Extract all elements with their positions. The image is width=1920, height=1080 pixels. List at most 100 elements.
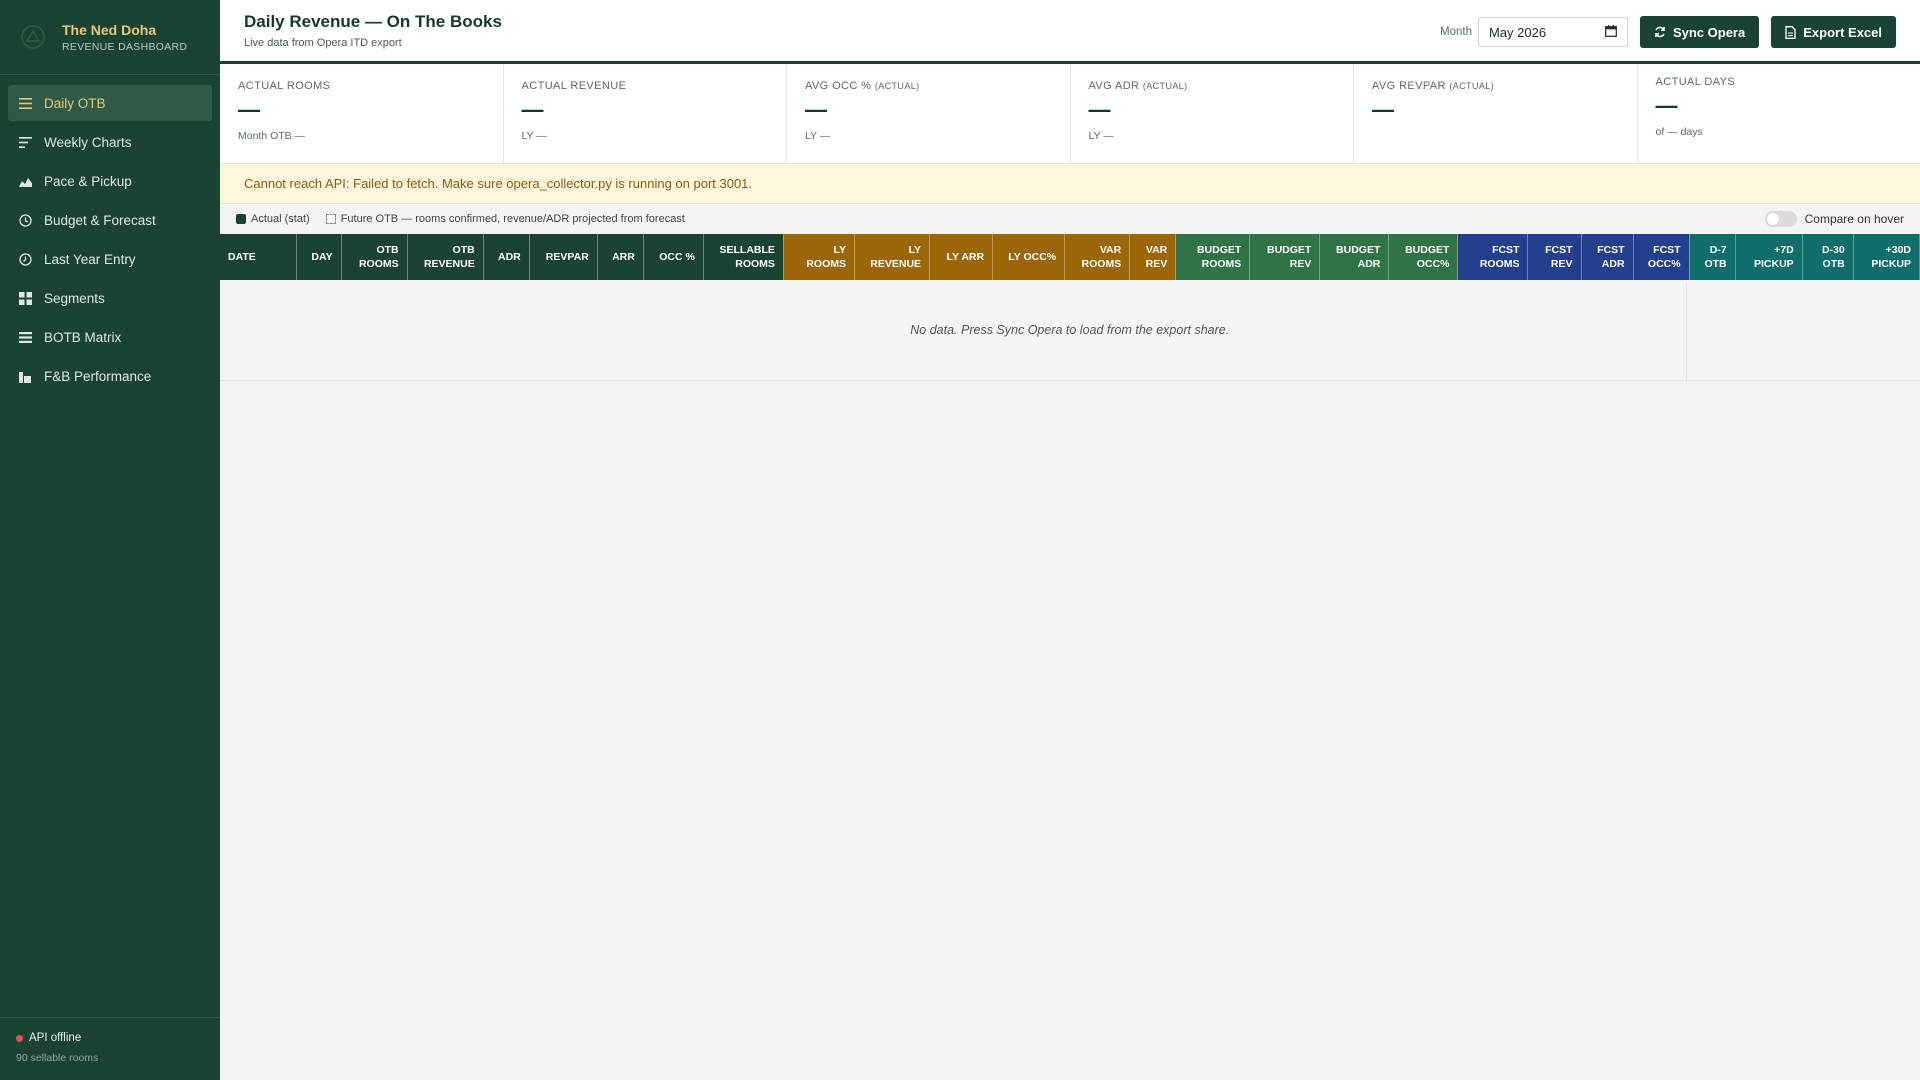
sidebar-item-fb-performance[interactable]: F&B Performance (8, 358, 212, 394)
column-header[interactable]: OTB REVENUE (407, 234, 484, 280)
compare-on-hover-toggle[interactable] (1764, 211, 1797, 227)
header-actions: Month May 2026 Sync Opera Export Excel (1440, 16, 1896, 48)
kpi-label: AVG OCC % (ACTUAL) (805, 80, 920, 92)
column-header[interactable]: FCST ADR (1581, 234, 1634, 280)
month-picker-input[interactable]: May 2026 (1477, 17, 1628, 47)
column-header[interactable]: LY ARR (929, 234, 994, 280)
sidebar-item-botb-matrix[interactable]: BOTB Matrix (8, 319, 212, 355)
legend-actual: Actual (stat) (236, 213, 310, 225)
list-sort-icon (18, 135, 32, 149)
kpi-label: AVG ADR (ACTUAL) (1088, 80, 1188, 92)
column-header[interactable]: +30D PICKUP (1853, 234, 1920, 280)
brand-name: The Ned Doha (62, 21, 157, 38)
column-header[interactable]: BUDGET REV (1249, 234, 1321, 280)
area-chart-icon (18, 174, 32, 188)
compare-toggle-control: Compare on hover (1764, 211, 1904, 227)
refresh-icon (1654, 26, 1666, 38)
kpi-value: — (805, 97, 827, 122)
status-dot-icon (16, 1034, 23, 1042)
sidebar-item-segments[interactable]: Segments (8, 280, 212, 316)
api-error-alert: Cannot reach API: Failed to fetch. Make … (220, 164, 1920, 204)
month-value: May 2026 (1488, 24, 1547, 40)
empty-row: No data. Press Sync Opera to load from t… (220, 280, 1920, 381)
kpi-avg-adr: AVG ADR (ACTUAL) — LY — (1071, 64, 1354, 163)
column-header[interactable]: VAR ROOMS (1064, 234, 1131, 280)
kpi-avg-occ: AVG OCC % (ACTUAL) — LY — (787, 64, 1071, 163)
column-header[interactable]: DAY (296, 234, 342, 280)
kpi-actual-days: ACTUAL DAYS — of — days (1638, 64, 1920, 163)
column-header[interactable]: FCST REV (1527, 234, 1582, 280)
sidebar-item-label: F&B Performance (44, 368, 152, 384)
column-header[interactable]: VAR REV (1129, 234, 1177, 280)
column-header[interactable]: LY REVENUE (854, 234, 931, 280)
kpi-avg-revpar: AVG REVPAR (ACTUAL) — (1354, 64, 1638, 163)
kpi-sub: LY — (1088, 130, 1114, 142)
bar-chart-icon (18, 369, 32, 383)
column-header[interactable]: LY ROOMS (783, 234, 855, 280)
column-header[interactable]: BUDGET ROOMS (1175, 234, 1251, 280)
empty-state-message: No data. Press Sync Opera to load from t… (910, 322, 1230, 337)
brand: The Ned Doha REVENUE DASHBOARD (0, 0, 220, 75)
column-header[interactable]: OCC % (643, 234, 704, 280)
kpi-label: ACTUAL DAYS (1655, 76, 1736, 88)
export-excel-label: Export Excel (1803, 24, 1882, 40)
sidebar-item-label: Budget & Forecast (44, 212, 156, 228)
sync-opera-label: Sync Opera (1672, 24, 1746, 40)
column-header[interactable]: BUDGET OCC% (1388, 234, 1459, 280)
api-status: API offline (16, 1032, 204, 1044)
sidebar-item-budget-forecast[interactable]: Budget & Forecast (8, 202, 212, 238)
kpi-label: ACTUAL REVENUE (521, 80, 627, 92)
clock-icon (18, 213, 32, 227)
column-header[interactable]: SELLABLE ROOMS (703, 234, 784, 280)
sidebar: The Ned Doha REVENUE DASHBOARD Daily OTB… (0, 0, 220, 1080)
kpi-sub: LY — (805, 130, 831, 142)
sidebar-item-label: Daily OTB (44, 95, 106, 111)
kpi-actual-rooms: ACTUAL ROOMS — Month OTB — (220, 64, 504, 163)
kpi-actual-revenue: ACTUAL REVENUE — LY — (504, 64, 787, 163)
calendar-icon[interactable] (1605, 24, 1617, 40)
kpi-label: ACTUAL ROOMS (238, 80, 331, 92)
daily-otb-table: DATE DAY OTB ROOMS OTB REVENUE ADR REVPAR ARR OCC… (220, 234, 1920, 381)
sidebar-item-pace-pickup[interactable]: Pace & Pickup (8, 163, 212, 199)
sidebar-item-weekly-charts[interactable]: Weekly Charts (8, 124, 212, 160)
export-excel-button[interactable]: Export Excel (1771, 16, 1896, 48)
column-header[interactable]: DATE (220, 234, 297, 280)
column-header[interactable]: D-30 OTB (1802, 234, 1854, 280)
kpi-value: — (1372, 97, 1394, 122)
page-title: Daily Revenue — On The Books (244, 12, 502, 31)
sidebar-item-daily-otb[interactable]: Daily OTB (8, 85, 212, 121)
column-header[interactable]: BUDGET ADR (1319, 234, 1390, 280)
history-icon (18, 252, 32, 266)
column-header[interactable]: ARR (597, 234, 644, 280)
page-subtitle: Live data from Opera ITD export (244, 37, 402, 49)
column-header[interactable]: LY OCC% (992, 234, 1066, 280)
legend-actual-label: Actual (stat) (251, 213, 310, 225)
kpi-cards: ACTUAL ROOMS — Month OTB — ACTUAL REVENU… (220, 64, 1920, 164)
brand-subtitle: REVENUE DASHBOARD (62, 40, 188, 53)
sidebar-item-last-year-entry[interactable]: Last Year Entry (8, 241, 212, 277)
column-header[interactable]: FCST OCC% (1633, 234, 1690, 280)
column-header[interactable]: FCST ROOMS (1457, 234, 1529, 280)
column-divider (1686, 282, 1687, 382)
column-header[interactable]: OTB ROOMS (341, 234, 408, 280)
sidebar-item-label: Pace & Pickup (44, 173, 132, 189)
sync-opera-button[interactable]: Sync Opera (1639, 16, 1760, 48)
kpi-value: — (238, 97, 260, 122)
file-export-icon (1785, 25, 1796, 39)
column-header[interactable]: +7D PICKUP (1735, 234, 1803, 280)
table-rows-icon (18, 330, 32, 344)
column-header[interactable]: D-7 OTB (1689, 234, 1736, 280)
column-header[interactable]: ADR (483, 234, 530, 280)
menu-lines-icon (18, 96, 32, 110)
actual-swatch-icon (236, 214, 246, 224)
sidebar-item-label: BOTB Matrix (44, 329, 122, 345)
legend-future-label: Future OTB — rooms confirmed, revenue/AD… (340, 213, 685, 225)
kpi-label: AVG REVPAR (ACTUAL) (1372, 80, 1495, 92)
kpi-sub: Month OTB — (238, 130, 306, 142)
table-legend: Actual (stat) Future OTB — rooms confirm… (220, 204, 1920, 234)
main-content: Daily Revenue — On The Books Live data f… (220, 0, 1920, 1080)
column-header[interactable]: REVPAR (529, 234, 598, 280)
sidebar-nav: Daily OTB Weekly Charts Pace & Pickup Bu… (0, 75, 220, 394)
kpi-value: — (1088, 97, 1111, 122)
grid-icon (18, 291, 32, 305)
